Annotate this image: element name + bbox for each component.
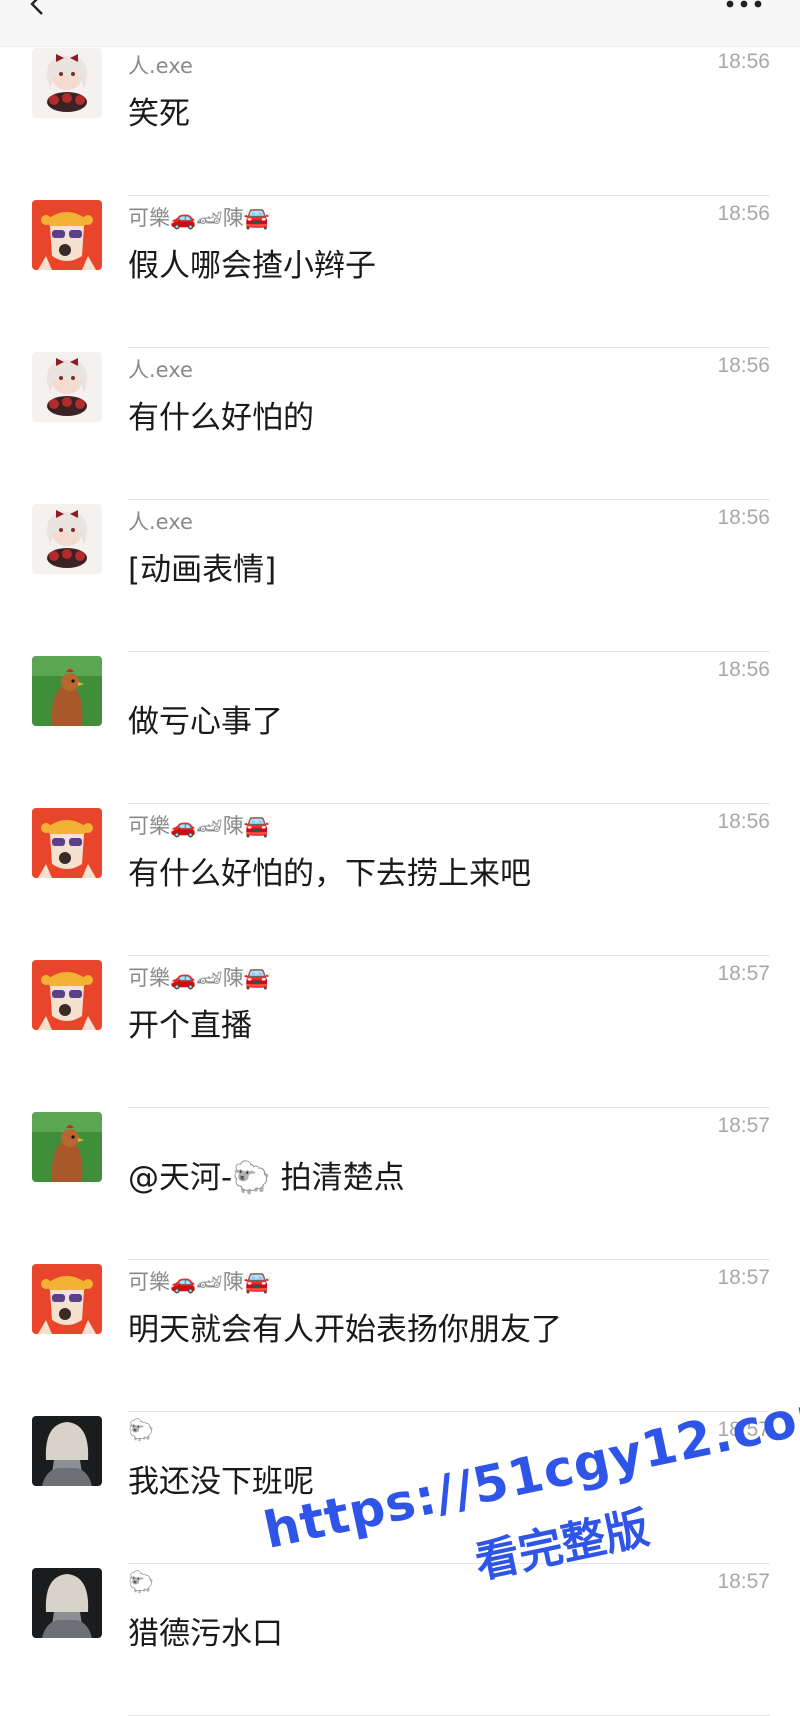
avatar[interactable] — [32, 808, 102, 878]
chat-message-row[interactable]: 可樂🚗🏎陳🚘 18:57 明天就会有人开始表扬你朋友了 — [0, 1260, 800, 1412]
message-text: 有什么好怕的，下去捞上来吧 — [128, 856, 531, 892]
sender-name: 🐑 — [128, 1418, 155, 1442]
sender-name: 人.exe — [128, 358, 193, 382]
sender-name: 人.exe — [128, 54, 193, 78]
message-text: 笑死 — [128, 96, 190, 132]
message-text: 猎德污水口 — [128, 1616, 283, 1652]
chat-message-row[interactable]: 🐑 18:57 我还没下班呢 — [0, 1412, 800, 1564]
message-text: 做亏心事了 — [128, 704, 283, 740]
chat-message-row[interactable]: 18:56 做亏心事了 — [0, 652, 800, 804]
sender-name: 可樂🚗🏎陳🚘 — [128, 814, 270, 838]
message-time: 18:56 — [717, 658, 770, 681]
message-time: 18:56 — [717, 506, 770, 529]
message-text: 明天就会有人开始表扬你朋友了 — [128, 1312, 562, 1348]
message-text: 开个直播 — [128, 1008, 252, 1044]
message-time: 18:57 — [717, 1570, 770, 1593]
message-time: 18:56 — [717, 50, 770, 73]
avatar[interactable] — [32, 200, 102, 270]
message-text: [动画表情] — [128, 552, 277, 588]
avatar[interactable] — [32, 656, 102, 726]
message-text: 有什么好怕的 — [128, 400, 314, 436]
chat-message-row[interactable]: 人.exe 18:56 有什么好怕的 — [0, 348, 800, 500]
chat-message-row[interactable]: 人.exe 18:56 笑死 — [0, 44, 800, 196]
message-text: 我还没下班呢 — [128, 1464, 314, 1500]
message-time: 18:56 — [717, 202, 770, 225]
message-text: 假人哪会揸小辫子 — [128, 248, 376, 284]
chat-message-row[interactable]: 可樂🚗🏎陳🚘 18:56 有什么好怕的，下去捞上来吧 — [0, 804, 800, 956]
avatar[interactable] — [32, 1264, 102, 1334]
sender-name: 可樂🚗🏎陳🚘 — [128, 206, 270, 230]
message-time: 18:57 — [717, 1418, 770, 1441]
sender-name: 🐑 — [128, 1570, 155, 1594]
avatar[interactable] — [32, 352, 102, 422]
more-options-icon[interactable] — [722, 0, 766, 12]
sender-name: 可樂🚗🏎陳🚘 — [128, 1270, 270, 1294]
sender-name: 人.exe — [128, 510, 193, 534]
back-arrow-icon[interactable] — [26, 0, 48, 16]
avatar[interactable] — [32, 1112, 102, 1182]
message-time: 18:57 — [717, 962, 770, 985]
avatar[interactable] — [32, 504, 102, 574]
message-text: @天河-🐑 拍清楚点 — [128, 1160, 405, 1196]
chat-message-row[interactable]: 人.exe 18:56 [动画表情] — [0, 500, 800, 652]
avatar[interactable] — [32, 1416, 102, 1486]
chat-message-row[interactable]: 18:57 @天河-🐑 拍清楚点 — [0, 1108, 800, 1260]
avatar[interactable] — [32, 1568, 102, 1638]
message-time: 18:57 — [717, 1114, 770, 1137]
chat-message-row[interactable]: 🐑 18:57 猎德污水口 — [0, 1564, 800, 1716]
message-time: 18:56 — [717, 354, 770, 377]
top-nav-bar — [0, 0, 800, 47]
chat-message-row[interactable]: 可樂🚗🏎陳🚘 18:56 假人哪会揸小辫子 — [0, 196, 800, 348]
message-time: 18:56 — [717, 810, 770, 833]
chat-message-row[interactable]: 可樂🚗🏎陳🚘 18:57 开个直播 — [0, 956, 800, 1108]
avatar[interactable] — [32, 960, 102, 1030]
avatar[interactable] — [32, 48, 102, 118]
message-list: 人.exe 18:56 笑死 可樂🚗🏎陳🚘 18:56 假人哪会揸小辫子 人.exe 18:5… — [0, 44, 800, 1716]
sender-name: 可樂🚗🏎陳🚘 — [128, 966, 270, 990]
message-time: 18:57 — [717, 1266, 770, 1289]
